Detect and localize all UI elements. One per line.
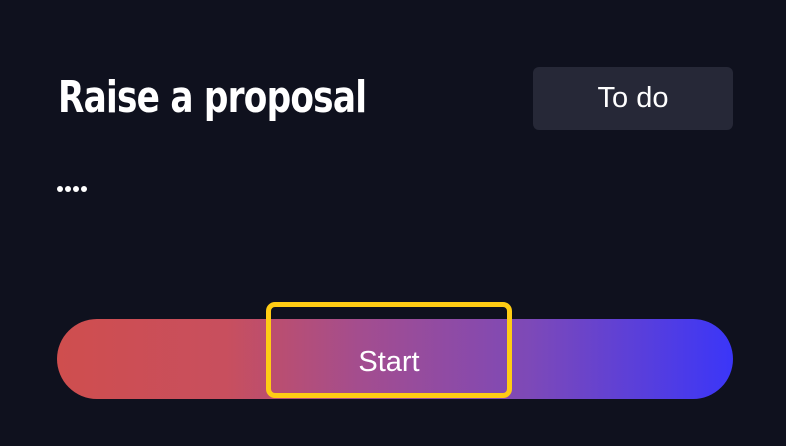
status-badge: To do [533,67,733,130]
task-title: Raise a proposal [58,72,367,123]
dot [73,186,79,192]
task-card: Raise a proposal To do Start [0,0,786,446]
dot [65,186,71,192]
dot [81,186,87,192]
dot [57,186,63,192]
more-dots-icon[interactable] [57,186,87,192]
start-button[interactable]: Start [266,302,512,398]
